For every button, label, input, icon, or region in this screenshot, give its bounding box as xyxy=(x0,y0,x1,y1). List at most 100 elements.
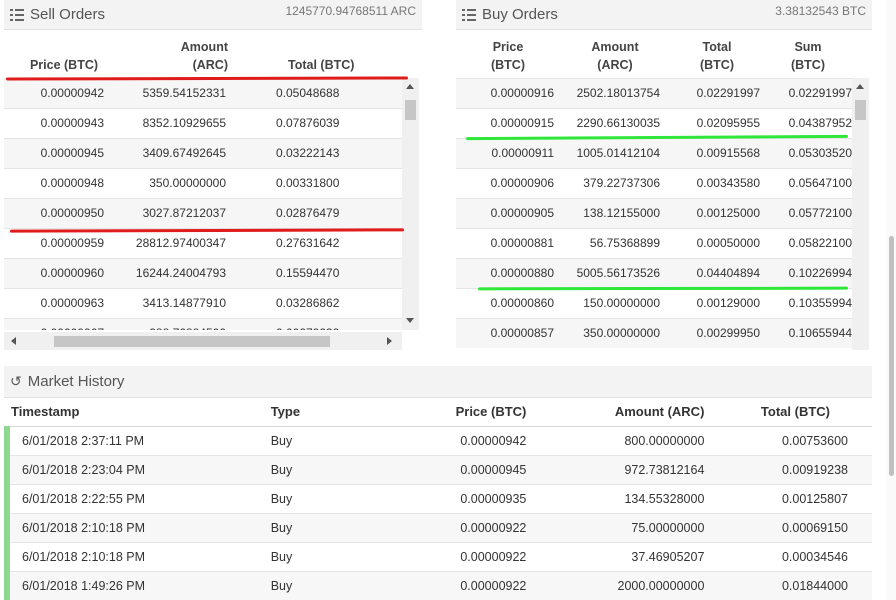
buy-order-row[interactable]: 0.00000881 56.75368899 0.00050000 0.0582210… xyxy=(456,227,852,258)
sell-order-row[interactable]: 0.00000963 3413.14877910 0.03286862 xyxy=(4,287,404,318)
sell-orders-panel: Sell Orders 1245770.94768511 ARC Price (… xyxy=(4,0,422,350)
buy-order-row[interactable]: 0.00000915 2290.66130035 0.02095955 0.04387… xyxy=(456,107,852,138)
total-cell: 0.01844000 xyxy=(704,570,872,600)
buy-orders-table-viewport[interactable]: Price (BTC) Amount (ARC) Total (BTC) Sum… xyxy=(456,30,852,348)
sell-order-row[interactable]: 0.00000948 350.00000000 0.00331800 xyxy=(4,167,404,198)
amount-cell: 2502.18013754 xyxy=(560,77,670,108)
col-header-timestamp[interactable]: Timestamp xyxy=(7,398,267,427)
scroll-up-arrow-icon[interactable] xyxy=(406,84,414,89)
price-cell: 0.00000942 xyxy=(390,425,527,455)
price-cell: 0.00000935 xyxy=(390,483,527,513)
buy-order-row[interactable]: 0.00000916 2502.18013754 0.02291997 0.02291… xyxy=(456,77,852,108)
total-cell: 0.00125000 xyxy=(670,197,764,228)
price-cell: 0.00000880 xyxy=(456,257,560,288)
sell-order-row[interactable]: 0.00000967288.768845000.00279239 xyxy=(4,317,404,330)
total-cell: 0.00034546 xyxy=(704,541,872,571)
scroll-right-arrow-icon[interactable] xyxy=(387,337,392,345)
history-row[interactable]: 6/01/2018 2:10:18 PM Buy 0.00000922 75.0000… xyxy=(4,512,872,542)
amount-cell: 37.46905207 xyxy=(526,541,705,571)
sum-cell: 0.04387952 xyxy=(764,107,852,138)
col-header-sum[interactable]: Sum (BTC) xyxy=(764,30,852,78)
buy-order-row[interactable]: 0.00000860 150.00000000 0.00129000 0.103559… xyxy=(456,287,852,318)
sell-order-row[interactable]: 0.00000942 5359.54152331 0.05048688 xyxy=(4,77,404,108)
sell-order-row[interactable]: 0.00000959 28812.97400347 0.27631642 xyxy=(4,227,404,258)
sell-order-row[interactable]: 0.00000945 3409.67492645 0.03222143 xyxy=(4,137,404,168)
amount-cell: 3409.67492645 xyxy=(124,137,234,168)
col-header-total[interactable]: Total (BTC) xyxy=(704,398,872,427)
total-cell: 0.00915568 xyxy=(670,137,764,168)
scroll-thumb[interactable] xyxy=(889,236,894,476)
buy-orders-panel: Buy Orders 3.38132543 BTC Price (BTC) Am… xyxy=(456,0,872,350)
total-cell: 0.00069150 xyxy=(704,512,872,542)
history-row[interactable]: 6/01/2018 2:10:18 PM Buy 0.00000922 37.4690… xyxy=(4,541,872,571)
col-header-total[interactable]: Total (BTC) xyxy=(234,30,404,78)
col-header-total[interactable]: Total (BTC) xyxy=(670,30,764,78)
sum-cell: 0.05822100 xyxy=(764,227,852,258)
col-header-price[interactable]: Price (BTC) xyxy=(390,398,527,427)
scroll-up-arrow-icon[interactable] xyxy=(856,84,864,89)
total-cell: 0.00299950 xyxy=(670,317,764,348)
type-cell: Buy xyxy=(266,483,391,513)
market-history-header: ↺ Market History xyxy=(4,366,872,398)
market-history-viewport[interactable]: Timestamp Type Price (BTC) Amount (ARC) … xyxy=(4,398,872,600)
scroll-left-arrow-icon[interactable] xyxy=(11,337,16,345)
price-cell: 0.00000945 xyxy=(390,454,527,484)
col-header-amount[interactable]: Amount (ARC) xyxy=(526,398,705,427)
buy-order-row[interactable]: 0.00000906 379.22737306 0.00343580 0.056471… xyxy=(456,167,852,198)
sell-orders-table-viewport[interactable]: Price (BTC) Amount (ARC) Total (BTC) 0.0… xyxy=(4,30,404,330)
price-cell: 0.00000857 xyxy=(456,317,560,348)
scroll-thumb[interactable] xyxy=(855,100,866,120)
price-cell: 0.00000881 xyxy=(456,227,560,258)
sell-order-row[interactable]: 0.00000943 8352.10929655 0.07876039 xyxy=(4,107,404,138)
list-icon xyxy=(462,8,476,21)
total-cell: 0.00279239 xyxy=(234,317,404,330)
page-vertical-scrollbar[interactable] xyxy=(886,0,896,600)
buy-order-row[interactable]: 0.00000880 5005.56173526 0.04404894 0.10226… xyxy=(456,257,852,288)
sell-orders-total: 1245770.94768511 ARC xyxy=(285,4,416,18)
buy-highlight-line xyxy=(477,286,849,291)
price-cell: 0.00000945 xyxy=(4,137,124,168)
history-row[interactable]: 6/01/2018 1:49:26 PM Buy 0.00000922 2000.00… xyxy=(4,570,872,600)
history-row[interactable]: 6/01/2018 2:37:11 PM Buy 0.00000942 800.000… xyxy=(4,425,872,455)
sell-order-row[interactable]: 0.00000950 3027.87212037 0.02876479 xyxy=(4,197,404,228)
price-cell: 0.00000922 xyxy=(390,570,527,600)
buy-orders-title: Buy Orders xyxy=(482,6,558,23)
history-row[interactable]: 6/01/2018 2:23:04 PM Buy 0.00000945 972.738… xyxy=(4,454,872,484)
total-cell: 0.02876479 xyxy=(234,197,404,228)
history-icon: ↺ xyxy=(10,373,22,389)
timestamp-cell: 6/01/2018 2:10:18 PM xyxy=(4,541,267,571)
col-header-amount[interactable]: Amount (ARC) xyxy=(124,30,234,78)
price-cell: 0.00000950 xyxy=(4,197,124,228)
price-cell: 0.00000911 xyxy=(456,137,560,168)
sum-cell: 0.10655944 xyxy=(764,317,852,348)
col-header-amount[interactable]: Amount (ARC) xyxy=(560,30,670,78)
scroll-down-arrow-icon[interactable] xyxy=(406,318,414,323)
price-cell: 0.00000922 xyxy=(390,541,527,571)
total-cell: 0.04404894 xyxy=(670,257,764,288)
history-row[interactable]: 6/01/2018 2:22:55 PM Buy 0.00000935 134.553… xyxy=(4,483,872,513)
sell-vertical-scrollbar[interactable] xyxy=(402,78,419,330)
col-header-type[interactable]: Type xyxy=(266,398,391,427)
scroll-thumb[interactable] xyxy=(405,100,416,120)
col-header-price[interactable]: Price (BTC) xyxy=(456,30,560,78)
total-cell: 0.02095955 xyxy=(670,107,764,138)
col-header-price[interactable]: Price (BTC) xyxy=(4,30,124,78)
sum-cell: 0.05647100 xyxy=(764,167,852,198)
amount-cell: 134.55328000 xyxy=(526,483,705,513)
total-cell: 0.15594470 xyxy=(234,257,404,288)
buy-order-row[interactable]: 0.00000911 1005.01412104 0.00915568 0.05303… xyxy=(456,137,852,168)
scroll-thumb[interactable] xyxy=(54,336,330,347)
sell-horizontal-scrollbar[interactable] xyxy=(4,332,402,350)
total-cell: 0.03286862 xyxy=(234,287,404,318)
sell-orders-title: Sell Orders xyxy=(30,6,106,23)
buy-vertical-scrollbar[interactable] xyxy=(852,78,869,350)
price-cell: 0.00000942 xyxy=(4,77,124,108)
amount-cell: 5359.54152331 xyxy=(124,77,234,108)
buy-order-row[interactable]: 0.00000905 138.12155000 0.00125000 0.057721… xyxy=(456,197,852,228)
buy-order-row[interactable]: 0.00000857 350.00000000 0.00299950 0.106559… xyxy=(456,317,852,348)
amount-cell: 150.00000000 xyxy=(560,287,670,318)
total-cell: 0.05048688 xyxy=(234,77,404,108)
timestamp-cell: 6/01/2018 2:10:18 PM xyxy=(4,512,267,542)
price-cell: 0.00000943 xyxy=(4,107,124,138)
sell-order-row[interactable]: 0.00000960 16244.24004793 0.15594470 xyxy=(4,257,404,288)
